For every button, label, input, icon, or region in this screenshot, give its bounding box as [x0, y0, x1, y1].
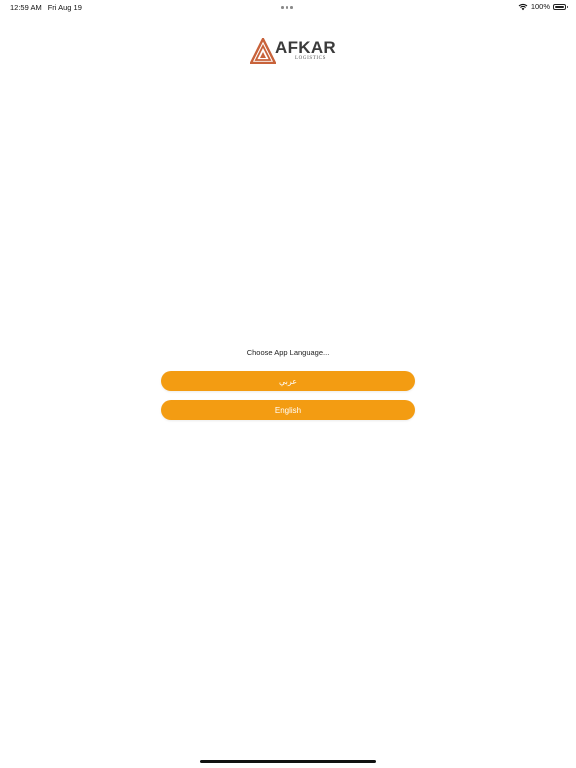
- logo-wordmark: AFKAR: [275, 38, 336, 57]
- battery-percent: 100%: [530, 2, 550, 11]
- status-time: 12:59 AM: [10, 3, 42, 12]
- arabic-language-button[interactable]: عربي: [161, 371, 415, 391]
- app-logo: AFKAR LOGISTICS: [250, 37, 336, 67]
- home-indicator[interactable]: [200, 760, 376, 763]
- screen: 12:59 AM Fri Aug 19 100% AFKAR LOGISTICS: [0, 0, 576, 768]
- status-date: Fri Aug 19: [47, 3, 82, 12]
- status-left: 12:59 AM Fri Aug 19: [10, 3, 82, 12]
- logo-subtitle: LOGISTICS: [295, 56, 326, 61]
- battery-icon: [553, 3, 568, 10]
- multitask-dots-icon[interactable]: [281, 6, 293, 9]
- status-right: 100%: [518, 2, 568, 11]
- status-bar: 12:59 AM Fri Aug 19 100%: [0, 0, 576, 14]
- language-prompt: Choose App Language...: [246, 348, 330, 357]
- wifi-icon: [518, 3, 528, 10]
- afkar-triangle-logo-icon: [250, 38, 276, 64]
- english-language-button[interactable]: English: [161, 400, 415, 420]
